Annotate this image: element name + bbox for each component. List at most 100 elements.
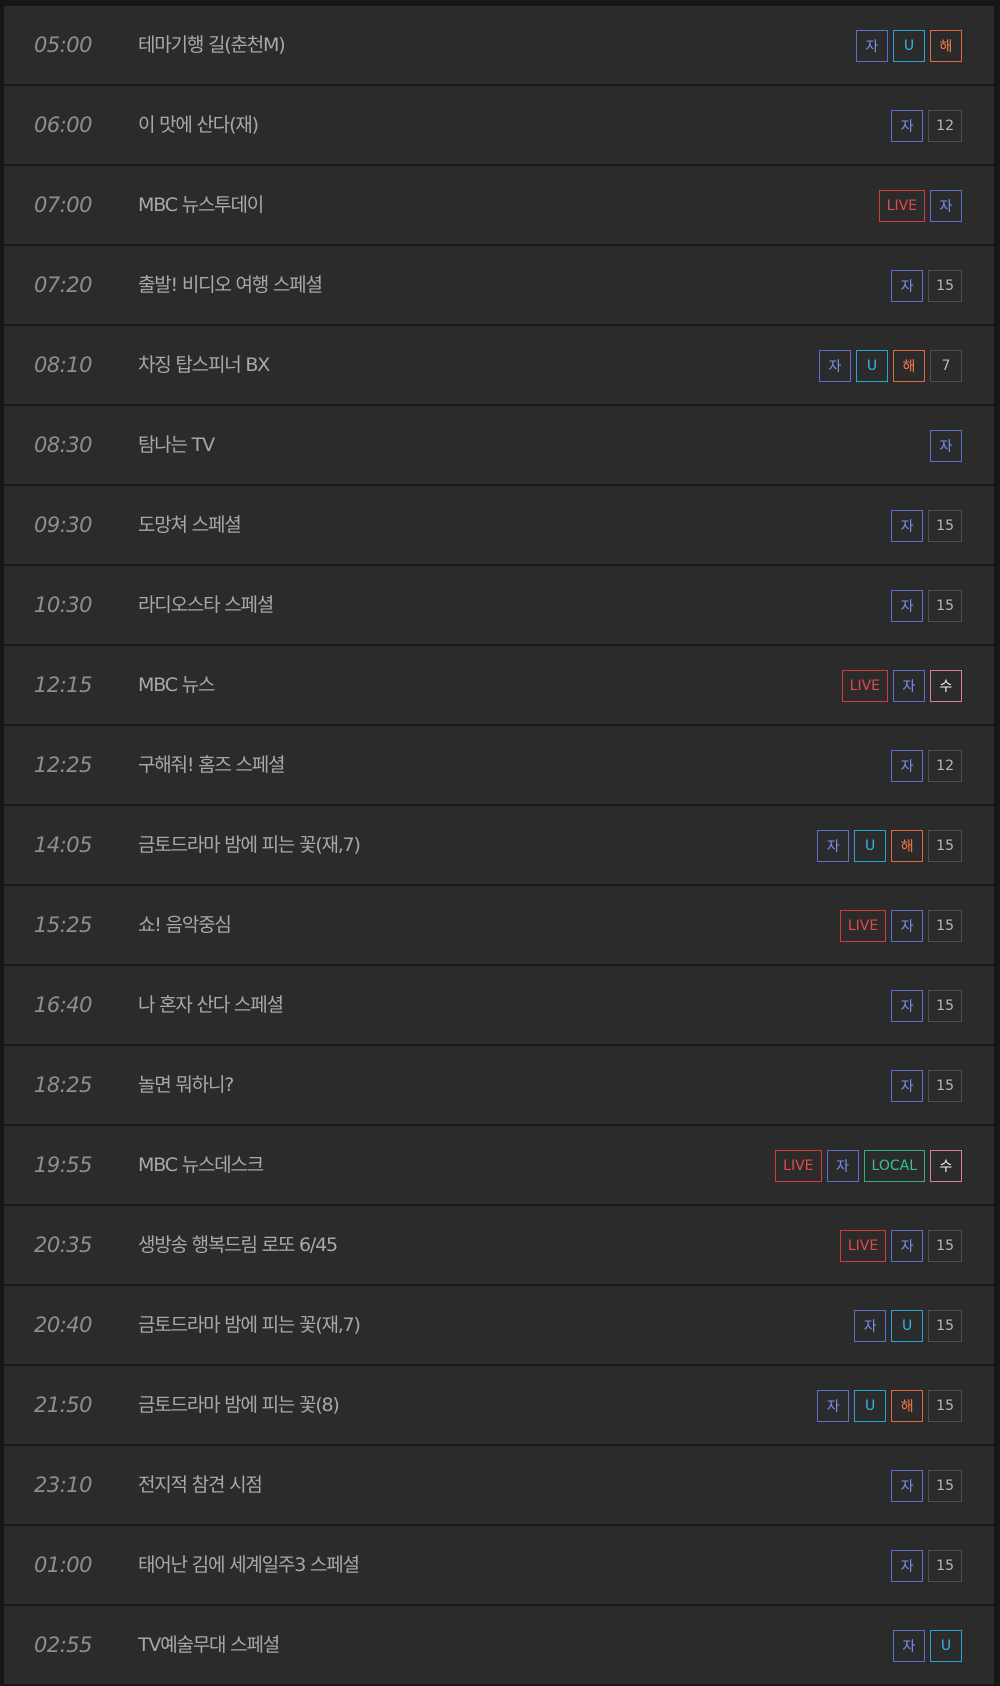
ja-badge: 자 [854,1310,887,1342]
program-badges: 자 U 해 15 [817,830,962,862]
ja-badge: 자 [893,1630,925,1662]
hae-badge: 해 [893,350,925,382]
program-title[interactable]: MBC 뉴스투데이 [138,166,264,244]
age-badge: 15 [928,1230,962,1262]
program-badges: 자U [893,1630,962,1662]
program-title[interactable]: 생방송 행복드림 로또 6/45 [138,1206,338,1284]
broadcast-time: 08:10 [34,353,93,377]
schedule-row[interactable]: 20:35 생방송 행복드림 로또 6/45 LIVE 자 15 [4,1206,994,1285]
program-badges: 자 15 [891,1550,962,1582]
broadcast-time: 12:15 [34,673,93,697]
local-badge: LOCAL [863,1150,925,1182]
program-badges: 자 15 [891,590,962,622]
u-badge: U [854,830,887,862]
program-title[interactable]: 전지적 참견 시점 [138,1446,263,1524]
program-badges: 자 U 해 15 [817,1390,962,1422]
schedule-row[interactable]: 12:25 구해줘! 홈즈 스페셜 자 12 [4,726,994,805]
ja-badge: 자 [826,1150,859,1182]
program-title[interactable]: 탐나는 TV [138,406,215,484]
program-title[interactable]: 구해줘! 홈즈 스페셜 [138,726,286,804]
broadcast-time: 10:30 [34,593,93,617]
program-title[interactable]: 태어난 김에 세계일주3 스페셜 [138,1526,360,1604]
age-badge: 15 [928,1310,962,1342]
su-badge: 수 [930,670,962,702]
program-title[interactable]: 라디오스타 스페셜 [138,566,274,644]
program-title[interactable]: 쇼! 음악중심 [138,886,232,964]
ja-badge: 자 [891,750,924,782]
schedule-row[interactable]: 06:00 이 맛에 산다(재) 자 12 [4,86,994,165]
age-badge: 15 [928,1550,962,1582]
ja-badge: 자 [891,110,924,142]
broadcast-time: 19:55 [34,1153,93,1177]
schedule-row[interactable]: 15:25 쇼! 음악중심 LIVE 자 15 [4,886,994,965]
hae-badge: 해 [891,830,924,862]
schedule-row[interactable]: 08:10 차징 탑스피너 BX 자 U 해 7 [4,326,994,405]
program-title[interactable]: 금토드라마 밤에 피는 꽃(8) [138,1366,340,1444]
ja-badge: 자 [893,670,925,702]
schedule-row[interactable]: 08:30 탐나는 TV 자 [4,406,994,485]
program-title[interactable]: 테마기행 길(춘천M) [138,6,286,84]
broadcast-time: 07:00 [34,193,93,217]
schedule-row[interactable]: 20:40 금토드라마 밤에 피는 꽃(재,7) 자 U 15 [4,1286,994,1365]
broadcast-time: 16:40 [34,993,93,1017]
age-badge: 15 [928,1390,962,1422]
hae-badge: 해 [930,30,962,62]
program-title[interactable]: 이 맛에 산다(재) [138,86,259,164]
age-badge: 12 [928,110,962,142]
program-title[interactable]: 차징 탑스피너 BX [138,326,270,404]
program-title[interactable]: 금토드라마 밤에 피는 꽃(재,7) [138,1286,361,1364]
broadcast-time: 12:25 [34,753,93,777]
age-badge: 15 [928,270,962,302]
ja-badge: 자 [891,510,924,542]
schedule-row[interactable]: 14:05 금토드라마 밤에 피는 꽃(재,7) 자 U 해 15 [4,806,994,885]
ja-badge: 자 [891,1230,924,1262]
program-badges: LIVE 자 수 [841,670,962,702]
broadcast-time: 01:00 [34,1553,93,1577]
age-badge: 15 [928,1470,962,1502]
schedule-row[interactable]: 19:55 MBC 뉴스데스크 LIVE 자 LOCAL 수 [4,1126,994,1205]
schedule-row[interactable]: 16:40 나 혼자 산다 스페셜 자 15 [4,966,994,1045]
program-title[interactable]: MBC 뉴스 [138,646,215,724]
su-badge: 수 [930,1150,962,1182]
schedule-row[interactable]: 21:50 금토드라마 밤에 피는 꽃(8) 자 U 해 15 [4,1366,994,1445]
schedule-row[interactable]: 02:55 TV예술무대 스페셜 자 U [4,1606,994,1685]
schedule-row[interactable]: 07:20 출발! 비디오 여행 스페셜 자 15 [4,246,994,325]
program-badges: 자 [930,430,962,462]
program-title[interactable]: TV예술무대 스페셜 [138,1606,280,1684]
schedule-row[interactable]: 05:00 테마기행 길(춘천M) 자 U 해 [4,6,994,85]
program-badges: 자 12 [891,110,962,142]
age-badge: 15 [928,830,962,862]
hae-badge: 해 [891,1390,924,1422]
broadcast-time: 23:10 [34,1473,93,1497]
ja-badge: 자 [817,830,850,862]
program-title[interactable]: MBC 뉴스데스크 [138,1126,264,1204]
live-badge: LIVE [839,910,887,942]
live-badge: LIVE [841,670,888,702]
program-badges: LIVE 자 15 [839,1230,962,1262]
broadcast-time: 20:35 [34,1233,93,1257]
schedule-row[interactable]: 01:00 태어난 김에 세계일주3 스페셜 자 15 [4,1526,994,1605]
broadcast-time: 05:00 [34,33,93,57]
broadcast-time: 02:55 [34,1633,93,1657]
broadcast-time: 18:25 [34,1073,93,1097]
live-badge: LIVE [839,1230,887,1262]
schedule-row[interactable]: 12:15 MBC 뉴스 LIVE 자 수 [4,646,994,725]
schedule-row[interactable]: 07:00 MBC 뉴스투데이 LIVE 자 [4,166,994,245]
schedule-row[interactable]: 23:10 전지적 참견 시점 자 15 [4,1446,994,1525]
broadcast-time: 09:30 [34,513,93,537]
program-title[interactable]: 놀면 뭐하니? [138,1046,234,1124]
program-title[interactable]: 출발! 비디오 여행 스페셜 [138,246,323,324]
program-badges: 자 15 [891,270,962,302]
u-badge: U [854,1390,887,1422]
ja-badge: 자 [891,590,924,622]
age-badge: 12 [928,750,962,782]
program-title[interactable]: 도망쳐 스페셜 [138,486,242,564]
schedule-row[interactable]: 18:25 놀면 뭐하니? 자 15 [4,1046,994,1125]
age-badge: 15 [928,510,962,542]
program-title[interactable]: 금토드라마 밤에 피는 꽃(재,7) [138,806,361,884]
schedule-row[interactable]: 10:30 라디오스타 스페셜 자 15 [4,566,994,645]
schedule-row[interactable]: 09:30 도망쳐 스페셜 자 15 [4,486,994,565]
program-badges: 자 U 15 [854,1310,962,1342]
program-title[interactable]: 나 혼자 산다 스페셜 [138,966,284,1044]
u-badge: U [930,1630,962,1662]
